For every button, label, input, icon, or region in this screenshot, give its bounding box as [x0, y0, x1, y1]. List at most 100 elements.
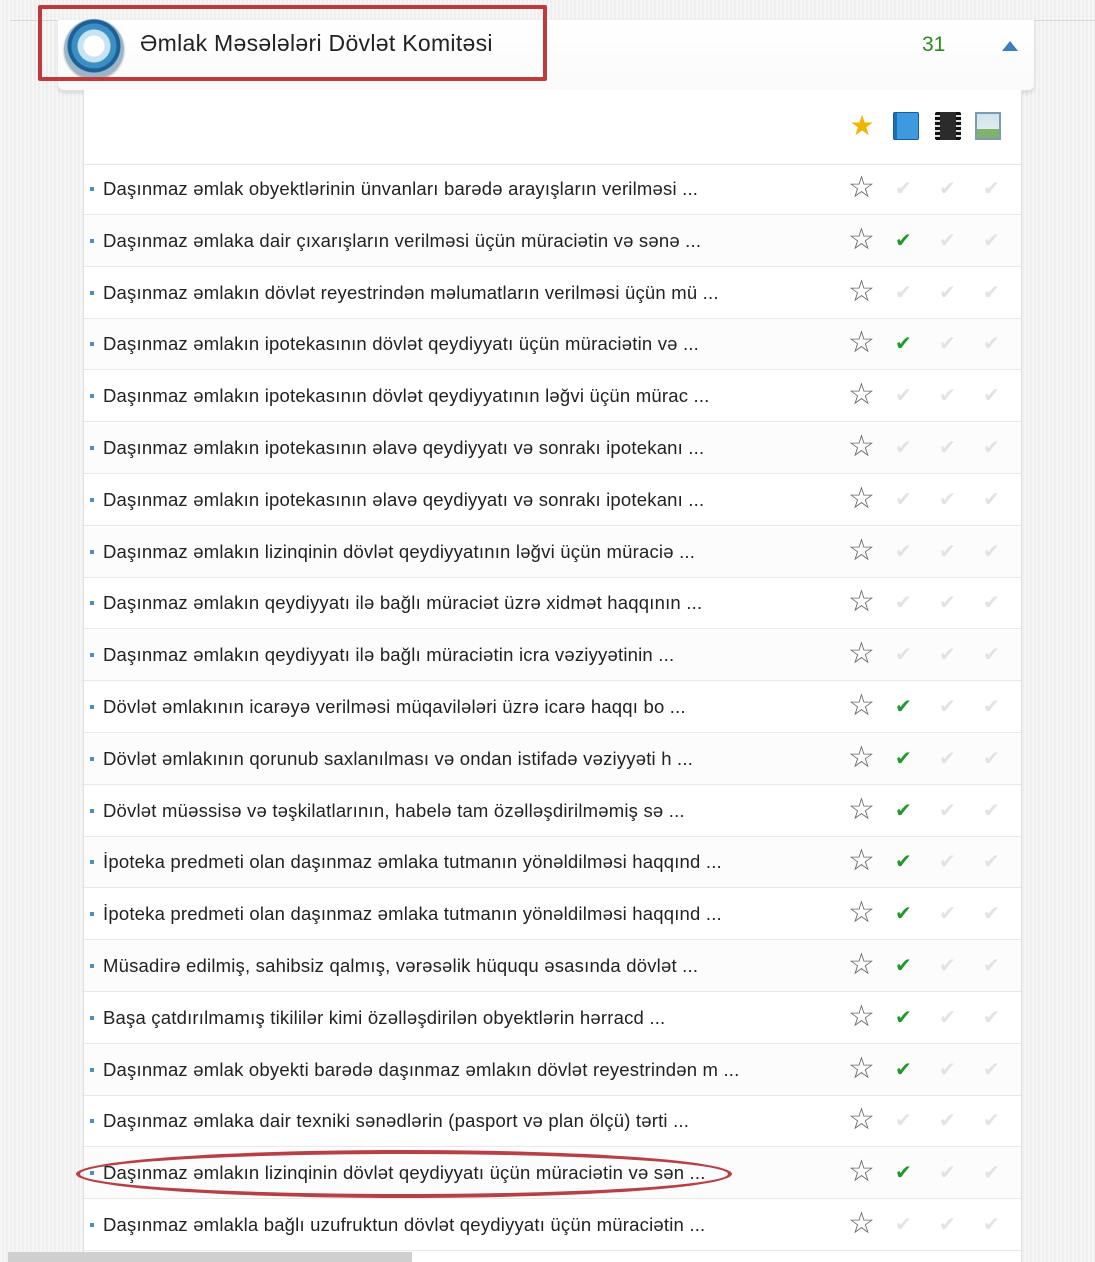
service-row[interactable]: Daşınmaz əmlakın ipotekasının əlavə qeyd…	[84, 423, 1021, 474]
favorite-star-icon[interactable]: ☆	[848, 1053, 875, 1084]
checkmark-icon: ✔	[939, 1056, 956, 1081]
checkmark-icon: ✔	[983, 227, 1000, 252]
checkmark-icon: ✔	[939, 953, 956, 977]
checkmark-icon: ✔	[895, 745, 912, 770]
service-link[interactable]: Müsadirə edilmiş, sahibsiz qalmış, vərəs…	[103, 955, 698, 977]
checkmark-icon: ✔	[895, 227, 912, 252]
favorite-star-icon[interactable]: ☆	[848, 1001, 875, 1032]
image-icon[interactable]	[975, 112, 1001, 140]
checkmark-icon: ✔	[939, 227, 956, 252]
service-row[interactable]: İpoteka predmeti olan daşınmaz əmlaka tu…	[84, 889, 1021, 941]
favorite-star-icon[interactable]: ☆	[848, 639, 875, 669]
checkmark-icon: ✔	[939, 331, 956, 356]
checkmark-icon: ✔	[895, 486, 912, 511]
favorite-star-icon[interactable]: ☆	[848, 587, 875, 617]
favorite-star-icon[interactable]: ☆	[848, 846, 875, 876]
bullet-icon	[90, 394, 94, 399]
checkmark-icon: ✔	[983, 797, 1000, 822]
checkmark-icon: ✔	[895, 797, 912, 822]
checkmark-icon: ✔	[983, 901, 1000, 926]
checkmark-icon: ✔	[983, 279, 1000, 304]
service-link[interactable]: Dövlət müəssisə və təşkilatlarının, habe…	[103, 800, 685, 822]
service-link[interactable]: Daşınmaz əmlakın ipotekasının əlavə qeyd…	[103, 489, 704, 511]
services-panel: ★ Daşınmaz əmlak obyektlərinin ünvanları…	[83, 90, 1022, 1262]
service-row[interactable]: Daşınmaz əmlaka dair çıxarışların verilm…	[84, 215, 1021, 267]
service-row[interactable]: İpoteka predmeti olan daşınmaz əmlaka tu…	[84, 837, 1021, 889]
service-row[interactable]: Başa çatdırılmamış tikililər kimi özəllə…	[84, 993, 1021, 1044]
service-link[interactable]: İpoteka predmeti olan daşınmaz əmlaka tu…	[103, 851, 722, 873]
service-row[interactable]: Daşınmaz əmlakın dövlət reyestrindən məl…	[84, 268, 1021, 319]
favorite-star-icon[interactable]: ☆	[848, 794, 875, 825]
service-row[interactable]: Daşınmaz əmlak obyekti barədə daşınmaz ə…	[84, 1044, 1021, 1096]
service-link[interactable]: Daşınmaz əmlakın lizinqinin dövlət qeydi…	[103, 541, 695, 563]
checkmark-icon: ✔	[983, 331, 1000, 356]
favorite-star-icon[interactable]: ☆	[848, 1157, 875, 1187]
favorite-star-icon[interactable]: ☆	[848, 224, 875, 255]
checkmark-icon: ✔	[983, 745, 1000, 770]
service-link[interactable]: Daşınmaz əmlakın ipotekasının əlavə qeyd…	[103, 437, 704, 459]
favorite-star-icon[interactable]: ☆	[848, 742, 875, 773]
service-link[interactable]: Daşınmaz əmlakın qeydiyyatı ilə bağlı mü…	[103, 592, 702, 614]
checkmark-icon: ✔	[939, 901, 956, 926]
service-link[interactable]: Daşınmaz əmlakın dövlət reyestrindən məl…	[103, 282, 719, 304]
service-row[interactable]: Daşınmaz əmlakla bağlı uzufruktun dövlət…	[84, 1200, 1021, 1251]
checkmark-icon: ✔	[939, 797, 956, 822]
favorite-star-icon[interactable]: ☆	[848, 328, 875, 358]
checkmark-icon: ✔	[895, 383, 912, 408]
favorite-star-icon[interactable]: ☆	[848, 535, 875, 566]
favorite-star-icon[interactable]: ☆	[848, 380, 875, 410]
favorite-star-icon[interactable]: ☆	[848, 276, 875, 307]
service-link[interactable]: Dövlət əmlakının qorunub saxlanılması və…	[103, 748, 693, 770]
collapse-triangle-icon[interactable]	[1002, 41, 1018, 51]
favorite-star-icon[interactable]: ☆	[848, 483, 875, 514]
service-row[interactable]: Dövlət müəssisə və təşkilatlarının, habe…	[84, 786, 1021, 837]
service-row[interactable]: Dövlət əmlakının qorunub saxlanılması və…	[84, 733, 1021, 785]
service-link[interactable]: İpoteka predmeti olan daşınmaz əmlaka tu…	[103, 903, 722, 925]
service-link[interactable]: Daşınmaz əmlakın qeydiyyatı ilə bağlı mü…	[103, 644, 674, 666]
favorite-star-icon[interactable]: ☆	[848, 1105, 875, 1135]
service-link[interactable]: Daşınmaz əmlaka dair texniki sənədlərin …	[103, 1110, 689, 1132]
service-row[interactable]: Daşınmaz əmlakın ipotekasının əlavə qeyd…	[84, 475, 1021, 526]
service-row[interactable]: Daşınmaz əmlakın ipotekasının dövlət qey…	[84, 319, 1021, 371]
bullet-icon	[90, 860, 94, 865]
service-row[interactable]: Daşınmaz əmlak obyektlərinin ünvanları b…	[84, 164, 1021, 215]
favorite-star-icon[interactable]: ☆	[848, 432, 875, 462]
favorite-star-icon[interactable]: ☆	[848, 950, 875, 980]
favorite-star-icon[interactable]: ☆	[848, 1209, 875, 1239]
book-icon[interactable]	[893, 112, 919, 140]
horizontal-scrollbar[interactable]	[8, 1252, 412, 1262]
service-row[interactable]: Daşınmaz əmlakın qeydiyyatı ilə bağlı mü…	[84, 630, 1021, 682]
checkmark-icon: ✔	[895, 694, 912, 718]
service-link[interactable]: Daşınmaz əmlakın lizinqinin dövlət qeydi…	[103, 1162, 706, 1184]
service-link[interactable]: Daşınmaz əmlakın ipotekasının dövlət qey…	[103, 385, 710, 407]
service-row[interactable]: Müsadirə edilmiş, sahibsiz qalmış, vərəs…	[84, 941, 1021, 992]
service-link[interactable]: Daşınmaz əmlakla bağlı uzufruktun dövlət…	[103, 1214, 705, 1236]
bullet-icon	[90, 808, 94, 813]
checkmark-icon: ✔	[895, 1160, 912, 1185]
favorites-star-icon[interactable]: ★	[849, 112, 875, 140]
service-link[interactable]: Daşınmaz əmlaka dair çıxarışların verilm…	[103, 230, 701, 252]
service-link[interactable]: Başa çatdırılmamış tikililər kimi özəllə…	[103, 1007, 665, 1029]
checkmark-icon: ✔	[983, 176, 1000, 200]
checkmark-icon: ✔	[983, 538, 1000, 563]
favorite-star-icon[interactable]: ☆	[848, 691, 875, 721]
service-link[interactable]: Dövlət əmlakının icarəyə verilməsi müqav…	[103, 696, 686, 718]
film-icon[interactable]	[935, 112, 961, 140]
bullet-icon	[90, 1067, 94, 1072]
favorite-star-icon[interactable]: ☆	[848, 898, 875, 928]
service-row[interactable]: Daşınmaz əmlakın ipotekasının dövlət qey…	[84, 371, 1021, 423]
service-row[interactable]: Daşınmaz əmlakın lizinqinin dövlət qeydi…	[84, 526, 1021, 578]
bullet-icon	[90, 187, 94, 191]
service-link[interactable]: Daşınmaz əmlak obyektlərinin ünvanları b…	[103, 178, 698, 200]
service-row[interactable]: Daşınmaz əmlakın lizinqinin dövlət qeydi…	[84, 1148, 1021, 1200]
service-row[interactable]: Daşınmaz əmlaka dair texniki sənədlərin …	[84, 1096, 1021, 1148]
service-link[interactable]: Daşınmaz əmlakın ipotekasının dövlət qey…	[103, 333, 699, 355]
checkmark-icon: ✔	[983, 849, 1000, 874]
service-row[interactable]: Daşınmaz əmlakın qeydiyyatı ilə bağlı mü…	[84, 578, 1021, 630]
bullet-icon	[90, 342, 94, 347]
checkmark-icon: ✔	[939, 642, 956, 667]
checkmark-icon: ✔	[895, 1108, 912, 1133]
service-row[interactable]: Dövlət əmlakının icarəyə verilməsi müqav…	[84, 682, 1021, 733]
service-link[interactable]: Daşınmaz əmlak obyekti barədə daşınmaz ə…	[103, 1059, 740, 1081]
favorite-star-icon[interactable]: ☆	[848, 173, 875, 203]
